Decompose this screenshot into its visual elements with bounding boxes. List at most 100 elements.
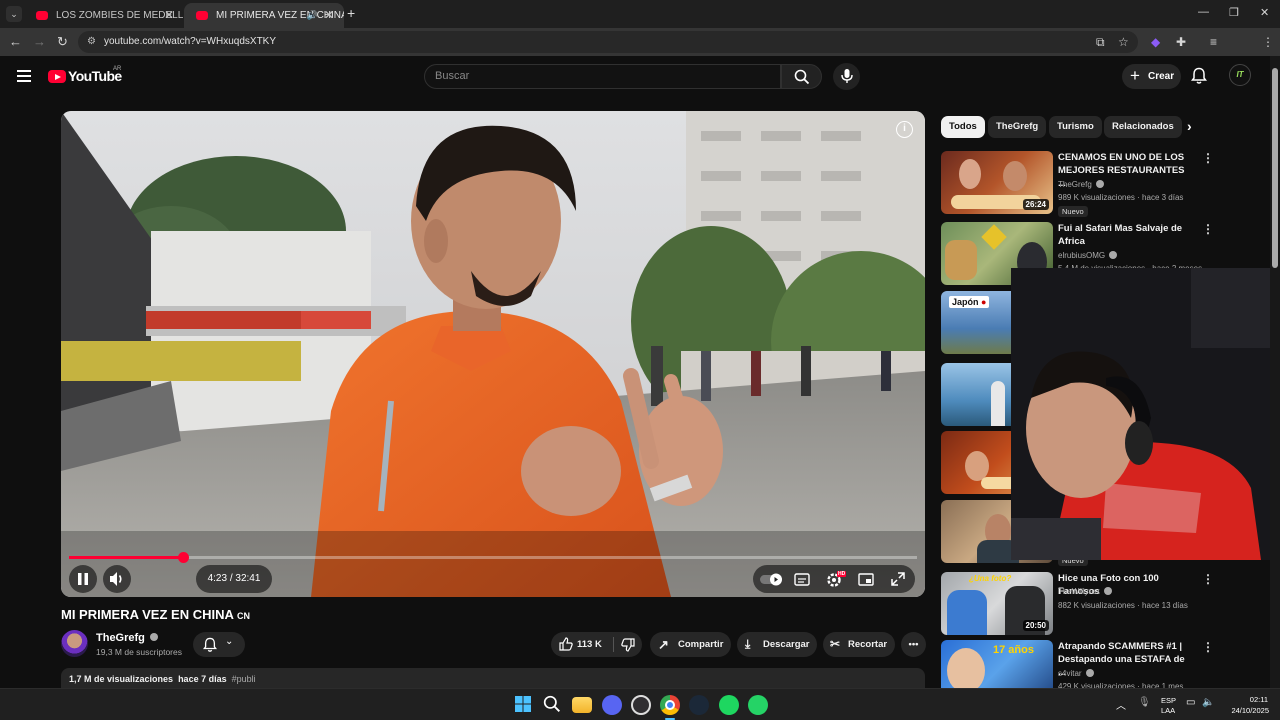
scrollbar-thumb[interactable] bbox=[1272, 68, 1278, 268]
channel-name[interactable]: TheGrefg bbox=[96, 632, 158, 644]
info-icon[interactable]: i bbox=[896, 121, 913, 138]
settings-gear-icon[interactable] bbox=[825, 565, 847, 593]
recommendation-channel[interactable]: TheGrefg bbox=[1058, 179, 1105, 189]
youtube-logo-icon[interactable] bbox=[48, 70, 66, 83]
forward-icon[interactable]: → bbox=[33, 34, 46, 49]
upload-date: hace 7 días bbox=[178, 674, 227, 684]
whatsapp-icon[interactable] bbox=[748, 695, 768, 715]
chip-relacionados[interactable]: Relacionados bbox=[1104, 116, 1182, 138]
like-button[interactable]: 113 K bbox=[551, 632, 613, 657]
more-vertical-icon[interactable]: ⋮ bbox=[1202, 222, 1214, 236]
menu-hamburger-icon[interactable] bbox=[17, 70, 31, 82]
search-button[interactable] bbox=[781, 64, 822, 89]
fullscreen-icon[interactable] bbox=[889, 565, 907, 593]
voice-search-button[interactable] bbox=[833, 63, 860, 90]
dislike-button[interactable] bbox=[614, 632, 642, 657]
more-vertical-icon[interactable]: ⋮ bbox=[1202, 640, 1214, 654]
speaker-icon[interactable]: 🔈 bbox=[1202, 697, 1214, 708]
media-control-icon[interactable]: ≡ bbox=[1210, 35, 1217, 49]
windows-taskbar: ︿ 🎙 ESP LAA ▭ 🔈 02:11 24/10/2025 bbox=[0, 688, 1280, 720]
video-thumbnail[interactable]: 26:24 bbox=[941, 151, 1053, 214]
search-input[interactable]: Buscar bbox=[424, 64, 781, 89]
new-tab-icon[interactable]: + bbox=[347, 5, 355, 21]
volume-button[interactable] bbox=[103, 565, 131, 593]
restore-icon[interactable]: ❐ bbox=[1229, 6, 1239, 19]
chip-turismo[interactable]: Turismo bbox=[1049, 116, 1102, 138]
recommendation-channel[interactable]: s4vitar bbox=[1058, 668, 1094, 678]
browser-tab-2[interactable]: MI PRIMERA VEZ EN CHINA 🔊 ✕ bbox=[184, 3, 344, 28]
bookmark-star-icon[interactable]: ☆ bbox=[1118, 35, 1129, 49]
more-vertical-icon[interactable]: ⋮ bbox=[1202, 151, 1214, 165]
channel-avatar[interactable] bbox=[61, 630, 88, 657]
miniplayer-icon[interactable] bbox=[857, 565, 875, 593]
network-icon[interactable]: ▭ bbox=[1186, 697, 1195, 708]
progress-played bbox=[69, 556, 183, 559]
time-display: 4:23 / 32:41 bbox=[196, 565, 272, 593]
video-player[interactable]: i 4:23 / 32:41 HD bbox=[61, 111, 925, 597]
recommendation-channel[interactable]: elrubiusOMG bbox=[1058, 250, 1118, 260]
like-dislike-group: 113 K bbox=[551, 632, 642, 657]
progress-bar[interactable] bbox=[69, 552, 917, 563]
notifications-bell-icon[interactable] bbox=[1191, 67, 1207, 85]
reload-icon[interactable]: ↻ bbox=[57, 34, 68, 50]
share-button[interactable]: ↗ Compartir bbox=[650, 632, 731, 657]
download-button[interactable]: ⤓ Descargar bbox=[737, 632, 817, 657]
close-window-icon[interactable]: ✕ bbox=[1260, 6, 1269, 19]
show-hidden-icons[interactable]: ︿ bbox=[1116, 697, 1126, 712]
chip-todos[interactable]: Todos bbox=[941, 116, 985, 138]
steam-icon[interactable] bbox=[689, 695, 709, 715]
subscribed-notifications-button[interactable]: ⌄ bbox=[193, 632, 245, 657]
thumbnail-sign bbox=[981, 224, 1007, 250]
plus-icon: + bbox=[1130, 66, 1140, 85]
recommendation-title[interactable]: Fui al Safari Mas Salvaje de Africa bbox=[1058, 222, 1192, 248]
audio-playing-icon[interactable]: 🔊 bbox=[307, 3, 318, 28]
site-info-icon[interactable]: ⚙ bbox=[87, 31, 96, 53]
browser-menu-icon[interactable]: ⋮ bbox=[1262, 35, 1274, 49]
subtitles-icon[interactable] bbox=[793, 565, 811, 593]
more-vertical-icon[interactable]: ⋮ bbox=[1202, 572, 1214, 586]
taskbar-search-icon[interactable] bbox=[543, 695, 563, 715]
close-tab-icon[interactable]: ✕ bbox=[324, 3, 334, 28]
chrome-icon[interactable] bbox=[660, 695, 680, 715]
clock-time[interactable]: 02:11 bbox=[1246, 695, 1268, 704]
microphone-tray-icon[interactable]: 🎙 bbox=[1138, 697, 1151, 708]
install-app-icon[interactable]: ⧉ bbox=[1096, 35, 1105, 50]
chevron-right-icon[interactable]: › bbox=[1187, 118, 1192, 134]
more-actions-button[interactable]: ••• bbox=[901, 632, 926, 657]
close-tab-icon[interactable]: ✕ bbox=[164, 3, 174, 28]
recommendation-item[interactable]: ¿Una foto? 20:50 Hice una Foto con 100 F… bbox=[941, 572, 1271, 638]
spotify-icon[interactable] bbox=[719, 695, 739, 715]
recommendation-item[interactable]: 26:24 CENAMOS EN UNO DE LOS MEJORES REST… bbox=[941, 151, 1271, 217]
chip-thegrefg[interactable]: TheGrefg bbox=[988, 116, 1047, 138]
extensions-puzzle-icon[interactable]: ✚ bbox=[1176, 35, 1186, 49]
new-badge: Nuevo bbox=[1058, 206, 1088, 217]
view-count: 1,7 M de visualizaciones bbox=[69, 674, 174, 684]
share-icon: ↗ bbox=[658, 637, 669, 652]
channel-text: TheWillyrex bbox=[1058, 587, 1100, 596]
account-avatar[interactable]: IT bbox=[1229, 64, 1251, 86]
clock-date[interactable]: 24/10/2025 bbox=[1224, 706, 1269, 715]
address-bar[interactable]: ⚙ youtube.com/watch?v=WHxuqdsXTKY bbox=[78, 31, 1138, 53]
autoplay-toggle-icon[interactable] bbox=[759, 565, 783, 593]
hashtag[interactable]: #publi bbox=[232, 674, 256, 684]
keyboard-layout[interactable]: LAA bbox=[1161, 706, 1175, 715]
progress-scrubber[interactable] bbox=[177, 552, 189, 563]
video-thumbnail[interactable]: ¿Una foto? 20:50 bbox=[941, 572, 1053, 635]
clip-button[interactable]: ✂ Recortar bbox=[823, 632, 895, 657]
browser-tab-1[interactable]: LOS ZOMBIES DE MEDELLÍN | E ✕ bbox=[24, 3, 184, 28]
youtube-favicon-icon bbox=[36, 11, 48, 20]
discord-icon[interactable] bbox=[602, 695, 622, 715]
tab-search-button[interactable]: ⌄ bbox=[6, 6, 22, 22]
obs-icon[interactable] bbox=[631, 695, 651, 715]
windows-start-icon[interactable] bbox=[514, 695, 534, 715]
recommendation-channel[interactable]: TheWillyrex bbox=[1058, 586, 1113, 596]
youtube-header: YouTube AR Buscar + Crear IT bbox=[0, 56, 1280, 98]
back-icon[interactable]: ← bbox=[9, 34, 22, 49]
extension-icon[interactable]: ◆ bbox=[1151, 35, 1160, 49]
play-pause-button[interactable] bbox=[69, 565, 97, 593]
create-button[interactable]: + Crear bbox=[1122, 64, 1181, 89]
thumbnail-figure bbox=[947, 648, 985, 693]
keyboard-language[interactable]: ESP bbox=[1161, 696, 1176, 705]
minimize-icon[interactable]: — bbox=[1198, 6, 1209, 18]
file-explorer-icon[interactable] bbox=[572, 697, 592, 713]
